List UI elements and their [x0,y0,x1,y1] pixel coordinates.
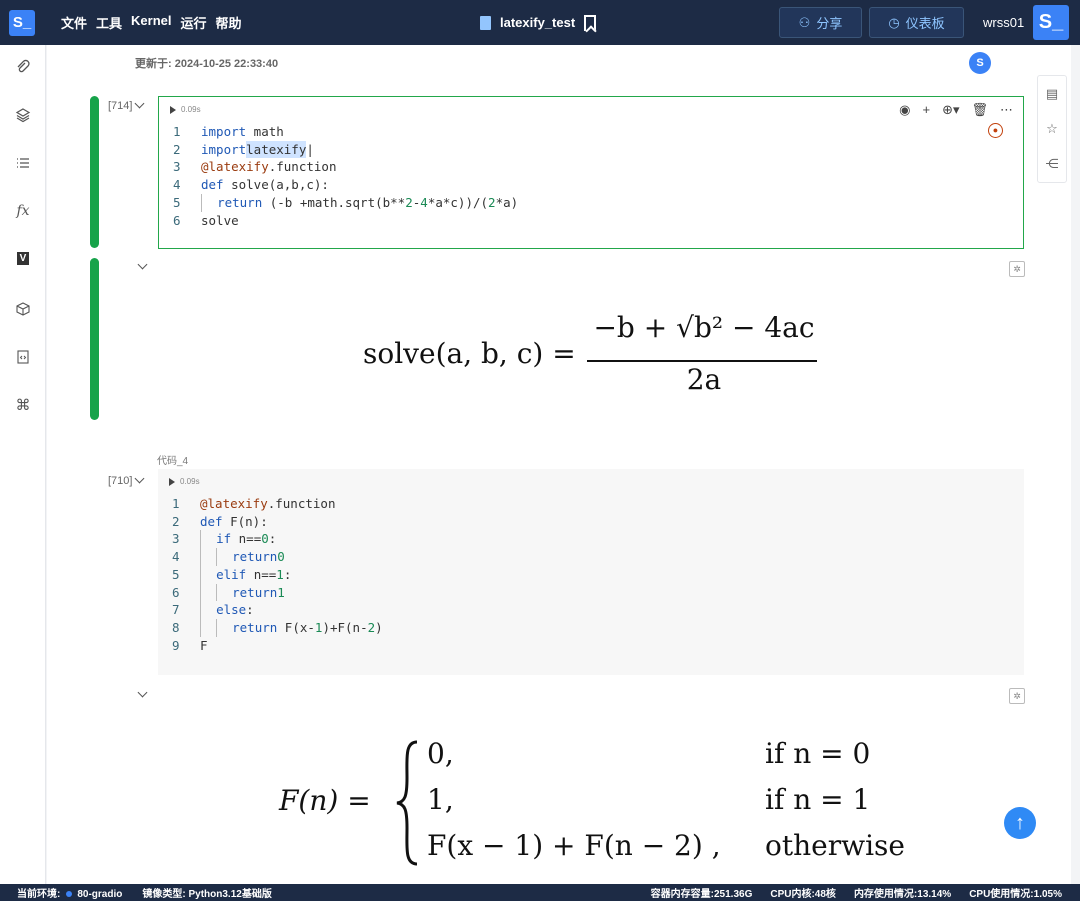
cpu-cores: CPU内核:48核 [770,885,836,900]
case-value-1: 1, [427,783,454,816]
fraction-bar [587,360,817,362]
file-code-icon[interactable] [15,349,31,365]
image-type: 镜像类型: Python3.12基础版 [142,885,271,900]
menu-run[interactable]: 运行 [181,13,207,32]
share-nodes-icon[interactable]: ⋲ [1046,156,1059,172]
execution-count[interactable]: [714] [108,100,143,112]
play-icon[interactable] [170,106,176,114]
status-bar: 当前环境:80-gradio 镜像类型: Python3.12基础版 容器内存容… [0,884,1080,901]
cell-active-indicator[interactable] [90,96,99,248]
app-logo[interactable]: S_ [9,10,35,36]
user-name[interactable]: wrss01 [983,15,1024,30]
formula-denominator: 2a [589,363,819,396]
notebook-file-icon [480,16,491,30]
cpu-usage: CPU使用情况:1.05% [969,885,1062,900]
star-icon[interactable]: ☆ [1046,121,1058,137]
dashboard-label: 仪表板 [906,13,945,32]
play-icon[interactable] [169,478,175,486]
paperclip-icon[interactable] [15,59,31,75]
run-status: 0.09s [170,105,201,114]
execution-count[interactable]: [710] [108,475,143,487]
record-icon[interactable]: ● [988,123,1003,138]
layers-icon[interactable] [15,107,31,123]
bookmark-icon[interactable] [584,15,596,31]
code-cell[interactable]: 0.09s ◉ + ⊕▾ 🗑 ⋯ ● 1import math 2import … [158,96,1024,249]
left-sidebar: fx V ⌘ [0,45,46,884]
avatar[interactable]: S_ [1033,5,1069,40]
code-editor[interactable]: 1@latexify.function 2def F(n): 3 if n==0… [172,495,383,654]
menu-file[interactable]: 文件 [61,13,87,32]
menu-help[interactable]: 帮助 [216,13,242,32]
brace-icon [393,738,421,868]
back-to-top-button[interactable]: ↑ [1004,807,1036,839]
dashboard-icon: ◷ [888,15,899,31]
case-cond-0: if n = 0 [765,737,870,770]
chevron-down-icon [135,474,145,484]
variable-icon[interactable]: V [17,252,29,265]
code-editor[interactable]: 1import math 2import latexify| 3@latexif… [173,123,518,229]
command-icon[interactable]: ⌘ [15,398,31,414]
notes-icon[interactable]: ▤ [1046,86,1058,102]
cell-toolbar: ◉ + ⊕▾ 🗑 ⋯ [899,102,1013,118]
output-action-icon[interactable]: ✲ [1009,688,1025,704]
chevron-down-icon [135,99,145,109]
fx-icon[interactable]: fx [15,203,31,219]
last-updated-label: 更新于: 2024-10-25 22:33:40 [135,55,278,71]
list-icon[interactable] [15,155,31,171]
document-title[interactable]: latexify_test [500,15,575,30]
document-title-area: latexify_test [480,0,596,45]
right-toolbar: ▤ ☆ ⋲ [1037,75,1067,183]
top-bar: S_ 文件 工具 Kernel 运行 帮助 latexify_test ⚇ 分享… [0,0,1080,45]
disk-capacity: 容器内存容量:251.36G [651,885,753,900]
memory-usage: 内存使用情况:13.14% [854,885,951,900]
collapse-output-chevron-icon[interactable] [138,260,148,270]
code-cell[interactable]: 0.09s 1@latexify.function 2def F(n): 3 i… [158,469,1024,675]
menu-kernel[interactable]: Kernel [131,13,171,32]
add-icon[interactable]: + [922,102,930,118]
case-cond-2: otherwise [765,829,905,862]
output-action-icon[interactable]: ✲ [1009,261,1025,277]
formula-lhs: solve(a, b, c) = [363,337,576,370]
menu-tools[interactable]: 工具 [96,13,122,32]
case-value-2: F(x − 1) + F(n − 2) , [427,829,721,862]
delete-icon[interactable]: 🗑 [971,102,988,118]
env-dot-icon [66,891,72,897]
share-icon: ⚇ [799,15,811,31]
run-status: 0.09s [169,477,200,486]
output-indicator[interactable] [90,258,99,420]
arrow-up-icon: ↑ [1015,812,1025,835]
env-status[interactable]: 当前环境:80-gradio [17,885,122,900]
formula-numerator: −b + √b² − 4ac [589,311,819,344]
collaborator-bubble[interactable]: S [969,52,991,74]
case-value-0: 0, [427,737,454,770]
case-cond-1: if n = 1 [765,783,870,816]
run-time: 0.09s [180,477,200,486]
cube-icon[interactable] [15,301,31,317]
ai-assist-icon[interactable]: ⊕▾ [942,102,959,118]
run-time: 0.09s [181,105,201,114]
cell-label[interactable]: 代码_4 [157,452,188,467]
menu-bar: 文件 工具 Kernel 运行 帮助 [61,13,242,32]
share-label: 分享 [816,13,842,32]
more-icon[interactable]: ⋯ [1000,102,1013,118]
notebook-main: 更新于: 2024-10-25 22:33:40 S ▤ ☆ ⋲ [714] 0… [47,45,1071,884]
dashboard-button[interactable]: ◷ 仪表板 [869,7,964,38]
formula-lhs: F(n) = [279,784,371,817]
share-button[interactable]: ⚇ 分享 [779,7,862,38]
eye-icon[interactable]: ◉ [899,102,910,118]
collapse-output-chevron-icon[interactable] [138,688,148,698]
